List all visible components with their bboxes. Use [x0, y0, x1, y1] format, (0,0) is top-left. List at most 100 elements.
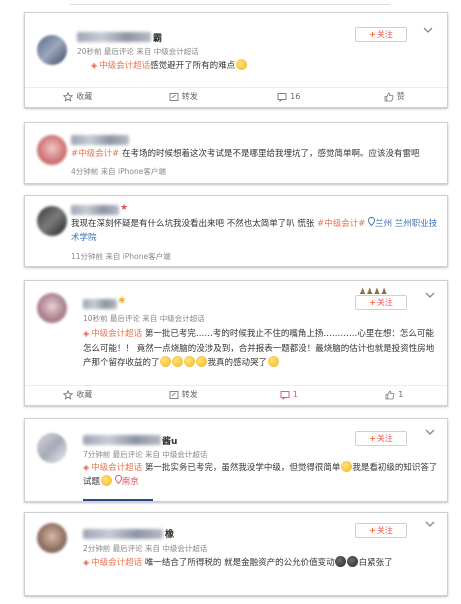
emoji-icon — [196, 356, 208, 367]
favorite-label: 收藏 — [76, 390, 93, 399]
supertopic-icon: ◈ — [91, 61, 98, 70]
username-blurred[interactable] — [83, 529, 163, 539]
follow-label: 关注 — [376, 526, 393, 535]
post-content: ◈ 中级会计超话 第一批已考完……考的时候我止不住的嘴角上扬…………心里在想：怎么… — [83, 327, 439, 371]
supertopic-link[interactable]: 中级会计超话 — [91, 329, 142, 339]
post-meta: 2分钟前 最后评论 来自 中级会计超话 — [83, 544, 208, 553]
repost-button[interactable]: 转发 — [131, 88, 237, 105]
supertopic-link[interactable]: 中级会计超话 — [99, 61, 150, 71]
follow-plus: + — [369, 526, 376, 535]
avatar[interactable] — [37, 523, 67, 553]
avatar[interactable] — [37, 293, 67, 323]
post-content: ◈ 中级会计超话感觉避开了所有的难点 — [91, 59, 431, 73]
chevron-down-icon[interactable] — [425, 521, 435, 531]
post-text: 感觉避开了所有的难点 — [150, 61, 236, 71]
emoji-icon — [184, 356, 196, 367]
hashtag-link[interactable]: #中级会计# — [317, 219, 365, 229]
follow-label: 关注 — [376, 30, 393, 39]
username-tail[interactable]: 霸 — [153, 31, 162, 44]
post-meta: 10秒前 最后评论 来自 中级会计超话 — [83, 314, 205, 323]
emoji-icon — [335, 556, 347, 567]
emoji-icon — [340, 461, 352, 472]
comment-button[interactable]: 1 — [236, 386, 342, 403]
like-button[interactable]: 1 — [342, 386, 448, 403]
post-text-end: 白紧张了 — [358, 558, 393, 568]
avatar[interactable] — [37, 35, 67, 65]
location-link[interactable]: 南京 — [114, 475, 139, 487]
follow-label: 关注 — [376, 434, 393, 443]
chevron-down-icon[interactable] — [423, 27, 433, 37]
star-icon — [63, 389, 74, 400]
location-label: 南京 — [121, 477, 139, 487]
comment-icon — [277, 92, 287, 102]
post-card: ❀ 10秒前 最后评论 来自 中级会计超话 ♟♟♟♟ +关注 ◈ 中级会计超话 第… — [24, 280, 448, 406]
username-blurred[interactable] — [83, 299, 117, 309]
supertopic-icon: ◈ — [83, 558, 90, 567]
action-bar: 收藏 转发 1 1 — [25, 385, 447, 403]
emoji-icon — [347, 556, 359, 567]
post-content: ◈ 中级会计超话 第一批实务已考完，虽然我没学中级，但觉得很简单 我是看初级的知识答… — [83, 461, 439, 489]
post-card: ★ 我现在深刻怀疑是有什么坑我没看出来吧 不然也太简单了叭 慌张 #中级会计# … — [24, 195, 448, 267]
supertopic-link[interactable]: 中级会计超话 — [91, 558, 142, 568]
repost-icon — [169, 390, 179, 399]
favorite-label: 收藏 — [76, 92, 93, 101]
previous-post-edge — [70, 0, 390, 5]
username-badge: ❀ — [118, 296, 126, 306]
avatar[interactable] — [37, 135, 67, 165]
post-meta: 4分钟前 来自 iPhone客户端 — [71, 167, 166, 176]
post-card: 橡 2分钟前 最后评论 来自 中级会计超话 +关注 ◈ 中级会计超话 唯一结合了所… — [24, 512, 448, 596]
username-badge: ★ — [120, 203, 129, 213]
supertopic-icon: ◈ — [83, 329, 90, 338]
follow-button[interactable]: +关注 — [355, 431, 407, 446]
username-tail[interactable]: 橡 — [165, 527, 174, 540]
emoji-icon — [160, 356, 172, 367]
emoji-icon — [100, 475, 112, 486]
repost-button[interactable]: 转发 — [131, 386, 237, 403]
like-button[interactable]: 赞 — [342, 88, 448, 105]
post-text-end: 我真的感动哭了 — [207, 358, 268, 368]
follow-button[interactable]: +关注 — [355, 27, 407, 42]
post-content: 我现在深刻怀疑是有什么坑我没看出来吧 不然也太简单了叭 慌张 #中级会计# 兰州… — [71, 217, 443, 245]
comment-button[interactable]: 16 — [236, 88, 342, 105]
post-meta: 20秒前 最后评论 来自 中级会计超话 — [77, 47, 199, 56]
comment-icon — [280, 390, 290, 400]
emoji-icon — [172, 356, 184, 367]
thumbs-up-icon — [384, 92, 394, 101]
avatar[interactable] — [37, 206, 67, 236]
username-blurred[interactable] — [71, 205, 119, 215]
location-pin-icon — [368, 217, 376, 227]
username-blurred[interactable] — [77, 32, 151, 42]
post-content: #中级会计# 在考场的时候想着这次考试是不是哪里给我埋坑了，感觉简单啊。应该没有… — [71, 147, 443, 161]
post-meta: 11分钟前 来自 iPhone客户端 — [71, 252, 171, 261]
comment-count: 1 — [292, 390, 298, 399]
comment-count: 16 — [290, 92, 301, 101]
post-text: 第一批实务已考完，虽然我没学中级，但觉得很简单 — [142, 463, 341, 473]
supertopic-icon: ◈ — [83, 463, 90, 472]
follow-button[interactable]: +关注 — [355, 295, 407, 310]
username-blurred[interactable] — [83, 435, 161, 445]
emoji-icon — [267, 356, 279, 367]
hashtag-link[interactable]: #中级会计# — [71, 149, 119, 159]
repost-label: 转发 — [181, 390, 198, 399]
username-tail[interactable]: 酱u — [162, 434, 177, 447]
follow-plus: + — [369, 30, 376, 39]
follow-button[interactable]: +关注 — [355, 523, 407, 538]
action-bar: 收藏 转发 16 赞 — [25, 87, 447, 105]
like-count: 1 — [398, 390, 404, 399]
post-text: 唯一结合了所得税的 就是金融资产的公允价值变动 — [142, 558, 335, 568]
follow-plus: + — [369, 298, 376, 307]
post-card: 霸 20秒前 最后评论 来自 中级会计超话 +关注 ◈ 中级会计超话感觉避开了所有… — [24, 12, 448, 108]
chevron-down-icon[interactable] — [425, 292, 435, 302]
favorite-button[interactable]: 收藏 — [25, 386, 131, 403]
chevron-down-icon[interactable] — [425, 429, 435, 439]
post-text: 我现在深刻怀疑是有什么坑我没看出来吧 不然也太简单了叭 慌张 — [71, 219, 318, 229]
progress-underline — [83, 499, 153, 501]
repost-label: 转发 — [181, 92, 198, 101]
username-blurred[interactable] — [71, 135, 129, 145]
supertopic-link[interactable]: 中级会计超话 — [91, 463, 142, 473]
post-card: #中级会计# 在考场的时候想着这次考试是不是哪里给我埋坑了，感觉简单啊。应该没有… — [24, 122, 448, 184]
avatar[interactable] — [37, 433, 67, 463]
post-content: ◈ 中级会计超话 唯一结合了所得税的 就是金融资产的公允价值变动 白紧张了 — [83, 556, 439, 570]
star-icon — [63, 91, 74, 102]
favorite-button[interactable]: 收藏 — [25, 88, 131, 105]
